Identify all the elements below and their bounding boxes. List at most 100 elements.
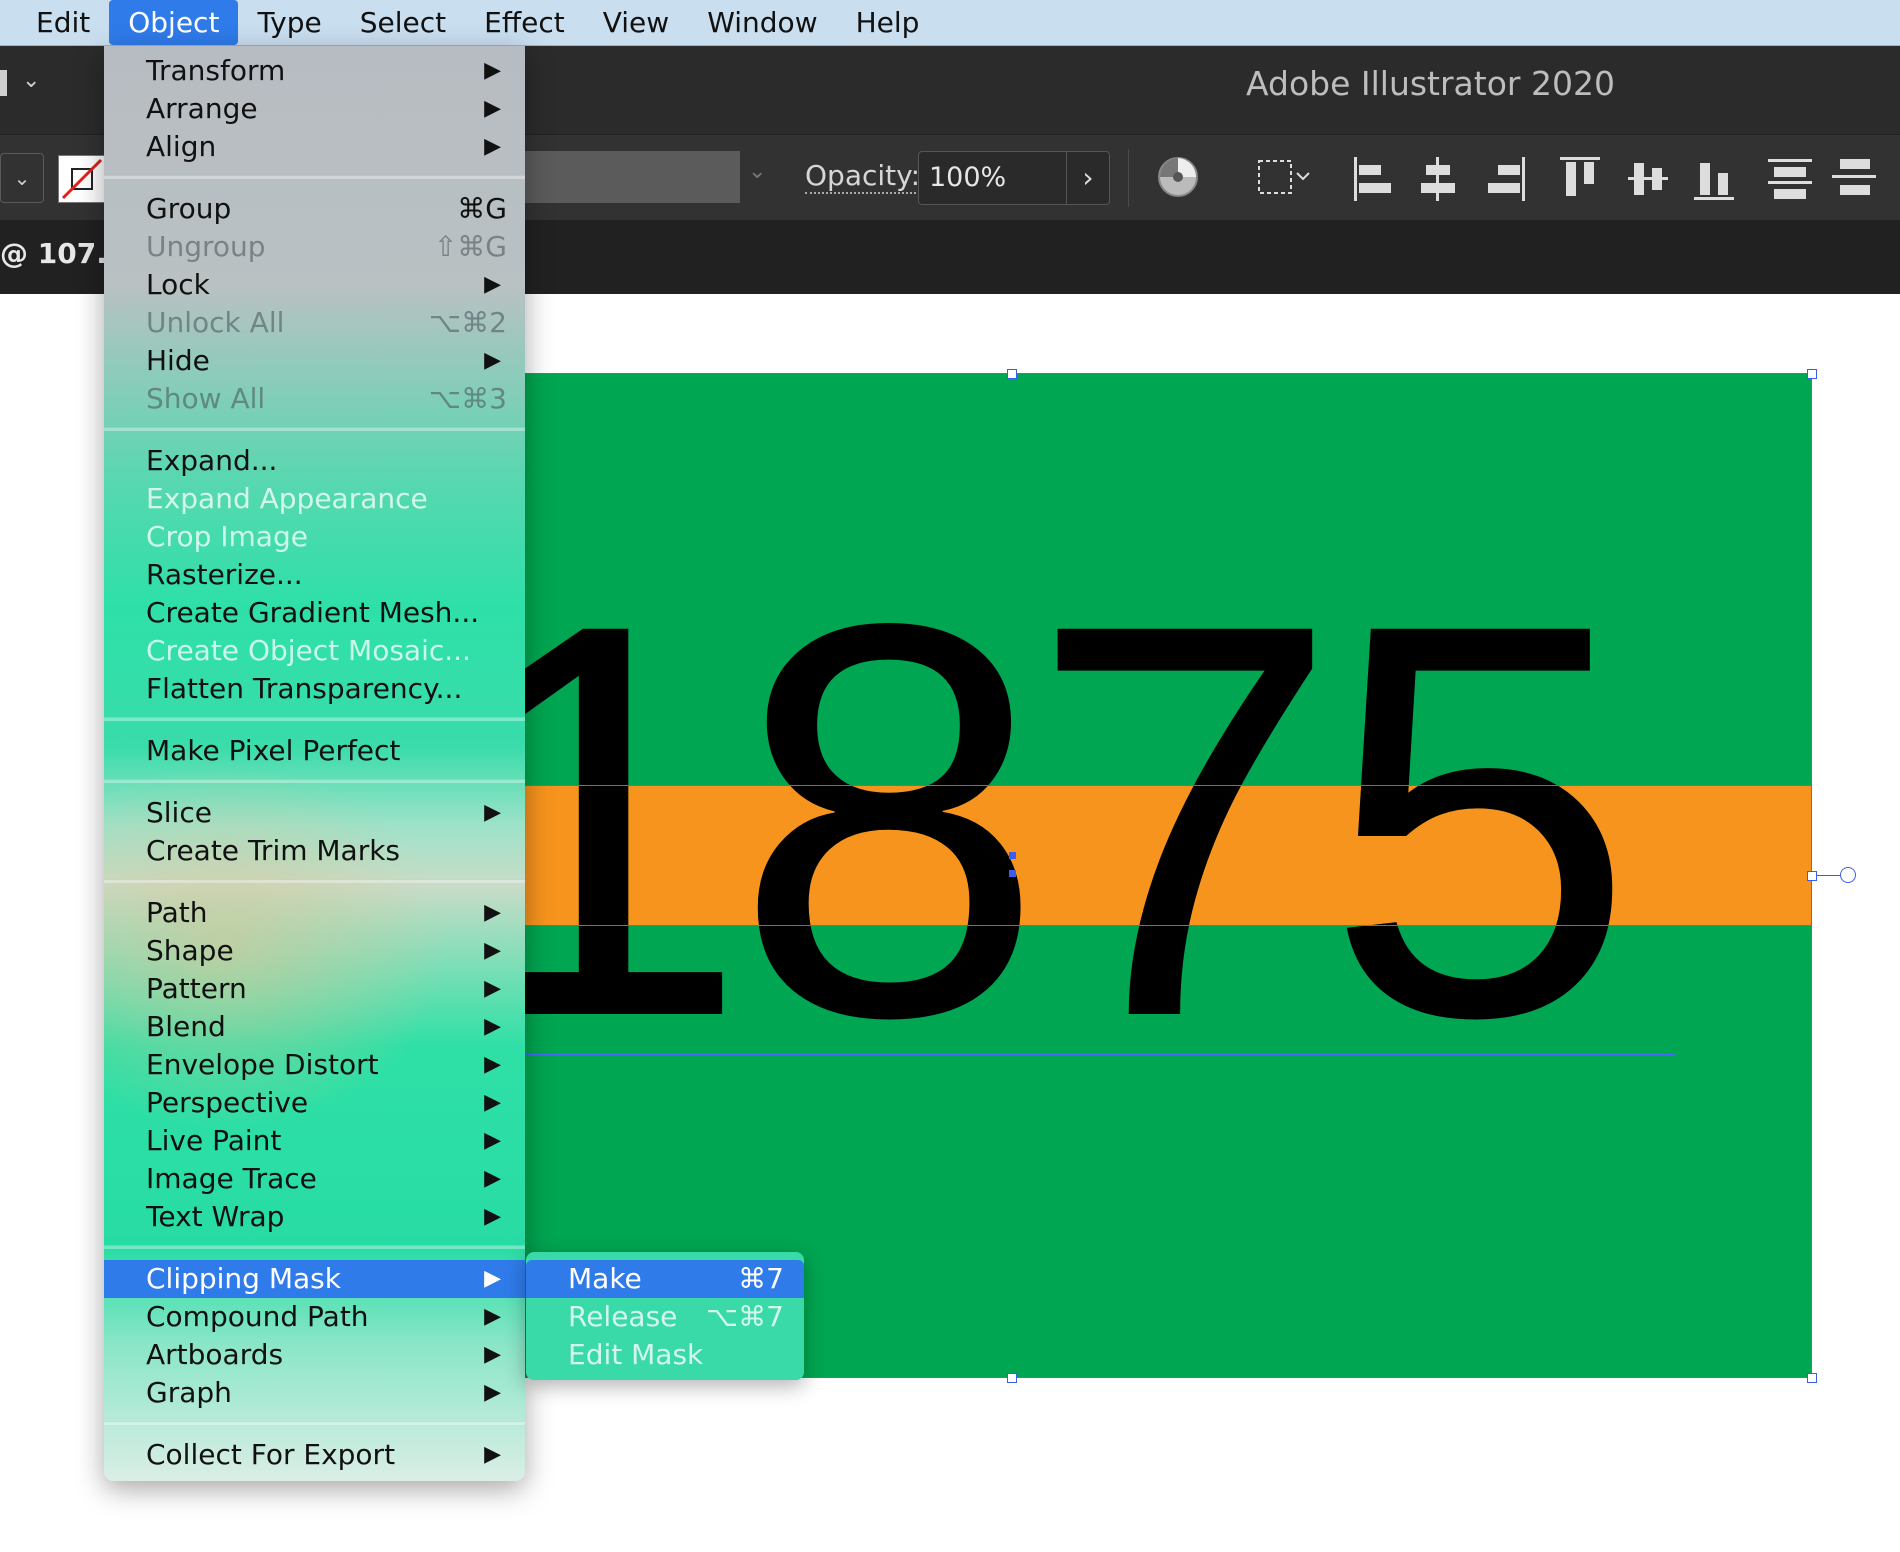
menu-item-make-pixel-perfect[interactable]: Make Pixel Perfect <box>104 732 525 770</box>
menu-window[interactable]: Window <box>688 0 836 45</box>
resize-handle-bottom-right[interactable] <box>1807 1373 1817 1383</box>
menu-item-pattern[interactable]: Pattern ▶ <box>104 970 525 1008</box>
menu-item-path[interactable]: Path ▶ <box>104 894 525 932</box>
menu-item-compound-path[interactable]: Compound Path ▶ <box>104 1298 525 1336</box>
chevron-right-icon[interactable]: › <box>1066 152 1109 204</box>
menu-item-expand[interactable]: Expand... <box>104 442 525 480</box>
chevron-down-icon[interactable]: ⌄ <box>22 68 40 93</box>
center-point[interactable] <box>1009 852 1016 859</box>
menu-item-label: Align <box>146 130 217 163</box>
menu-item-blend[interactable]: Blend ▶ <box>104 1008 525 1046</box>
style-field[interactable] <box>525 151 740 203</box>
menu-item-unlock-all[interactable]: Unlock All ⌥⌘2 <box>104 304 525 342</box>
menu-item-shortcut: ⌘G <box>457 192 507 225</box>
menu-item-label: Image Trace <box>146 1162 317 1195</box>
chevron-down-icon[interactable]: ⌄ <box>748 159 766 184</box>
menu-item-align[interactable]: Align ▶ <box>104 128 525 166</box>
align-right-icon[interactable] <box>1484 155 1528 207</box>
menu-item-label: Make Pixel Perfect <box>146 734 401 767</box>
stroke-none-swatch[interactable] <box>58 155 106 203</box>
menu-item-perspective[interactable]: Perspective ▶ <box>104 1084 525 1122</box>
menu-item-group[interactable]: Group ⌘G <box>104 190 525 228</box>
rotate-handle[interactable] <box>1840 867 1856 883</box>
menu-item-label: Flatten Transparency... <box>146 672 463 705</box>
workspace-icon[interactable] <box>0 70 7 96</box>
menu-item-image-trace[interactable]: Image Trace ▶ <box>104 1160 525 1198</box>
align-bottom-icon[interactable] <box>1692 155 1736 207</box>
menu-item-clipping-mask[interactable]: Clipping Mask ▶ <box>104 1260 525 1298</box>
band-top-edge <box>490 785 1812 786</box>
menu-item-text-wrap[interactable]: Text Wrap ▶ <box>104 1198 525 1236</box>
artwork-number-text[interactable]: 1875 <box>438 540 1636 1100</box>
menu-item-label: Envelope Distort <box>146 1048 379 1081</box>
menu-item-shortcut: ⌥⌘2 <box>428 306 507 339</box>
submenu-arrow-icon: ▶ <box>484 272 501 297</box>
menu-help[interactable]: Help <box>837 0 939 45</box>
submenu-item-edit-mask[interactable]: Edit Mask <box>526 1336 804 1374</box>
menu-type[interactable]: Type <box>238 0 340 45</box>
menu-item-ungroup[interactable]: Ungroup ⇧⌘G <box>104 228 525 266</box>
menu-item-hide[interactable]: Hide ▶ <box>104 342 525 380</box>
menubar: Edit Object Type Select Effect View Wind… <box>0 0 1900 46</box>
menu-item-label: Crop Image <box>146 520 308 553</box>
menu-item-live-paint[interactable]: Live Paint ▶ <box>104 1122 525 1160</box>
menu-item-label: Group <box>146 192 232 225</box>
fill-dropdown[interactable]: ⌄ <box>0 153 44 203</box>
recolor-artwork-icon[interactable] <box>1156 155 1200 203</box>
menu-item-show-all[interactable]: Show All ⌥⌘3 <box>104 380 525 418</box>
menu-effect[interactable]: Effect <box>465 0 584 45</box>
menu-item-create-gradient-mesh[interactable]: Create Gradient Mesh... <box>104 594 525 632</box>
menu-item-create-object-mosaic[interactable]: Create Object Mosaic... <box>104 632 525 670</box>
menu-item-flatten-transparency[interactable]: Flatten Transparency... <box>104 670 525 708</box>
menu-edit[interactable]: Edit <box>0 0 109 45</box>
align-left-icon[interactable] <box>1350 155 1394 207</box>
menu-separator <box>104 779 525 783</box>
menu-select[interactable]: Select <box>341 0 465 45</box>
menu-item-label: Create Gradient Mesh... <box>146 596 480 629</box>
align-to-selection-icon[interactable] <box>1255 155 1317 203</box>
menu-view[interactable]: View <box>584 0 688 45</box>
menu-item-envelope-distort[interactable]: Envelope Distort ▶ <box>104 1046 525 1084</box>
align-top-icon[interactable] <box>1558 155 1602 207</box>
menu-object[interactable]: Object <box>109 0 239 45</box>
bounding-box-top <box>490 373 1812 374</box>
resize-handle-top[interactable] <box>1007 369 1017 379</box>
distribute-top-icon[interactable] <box>1766 155 1814 207</box>
menu-item-transform[interactable]: Transform ▶ <box>104 52 525 90</box>
resize-handle-top-right[interactable] <box>1807 369 1817 379</box>
submenu-item-make[interactable]: Make ⌘7 <box>526 1260 804 1298</box>
resize-handle-bottom[interactable] <box>1007 1373 1017 1383</box>
align-vertical-center-icon[interactable] <box>1626 155 1670 207</box>
opacity-input[interactable]: 100% › <box>918 151 1110 205</box>
opacity-label[interactable]: Opacity: <box>805 159 921 194</box>
menu-item-create-trim-marks[interactable]: Create Trim Marks <box>104 832 525 870</box>
center-point[interactable] <box>1009 870 1016 877</box>
opacity-value[interactable]: 100% <box>929 162 1006 193</box>
align-horizontal-center-icon[interactable] <box>1416 155 1460 207</box>
menu-item-crop-image[interactable]: Crop Image <box>104 518 525 556</box>
menu-item-rasterize[interactable]: Rasterize... <box>104 556 525 594</box>
submenu-arrow-icon: ▶ <box>484 1052 501 1077</box>
menu-item-label: Blend <box>146 1010 226 1043</box>
menu-item-label: Rasterize... <box>146 558 303 591</box>
menu-item-collect-for-export[interactable]: Collect For Export ▶ <box>104 1436 525 1474</box>
submenu-arrow-icon: ▶ <box>484 938 501 963</box>
submenu-item-release[interactable]: Release ⌥⌘7 <box>526 1298 804 1336</box>
menu-item-shortcut: ⌥⌘7 <box>705 1300 784 1333</box>
submenu-arrow-icon: ▶ <box>484 1380 501 1405</box>
submenu-arrow-icon: ▶ <box>484 134 501 159</box>
resize-handle-right[interactable] <box>1807 871 1817 881</box>
submenu-arrow-icon: ▶ <box>484 800 501 825</box>
none-swatch-icon <box>61 158 103 200</box>
menu-item-arrange[interactable]: Arrange ▶ <box>104 90 525 128</box>
menu-item-artboards[interactable]: Artboards ▶ <box>104 1336 525 1374</box>
artwork-text-container[interactable]: 1875 <box>438 540 1812 1100</box>
menu-item-label: Ungroup <box>146 230 266 263</box>
menu-item-lock[interactable]: Lock ▶ <box>104 266 525 304</box>
menu-item-slice[interactable]: Slice ▶ <box>104 794 525 832</box>
distribute-center-icon[interactable] <box>1830 155 1878 207</box>
menu-item-expand-appearance[interactable]: Expand Appearance <box>104 480 525 518</box>
menu-item-graph[interactable]: Graph ▶ <box>104 1374 525 1412</box>
menu-item-shape[interactable]: Shape ▶ <box>104 932 525 970</box>
menu-item-label: Expand... <box>146 444 278 477</box>
